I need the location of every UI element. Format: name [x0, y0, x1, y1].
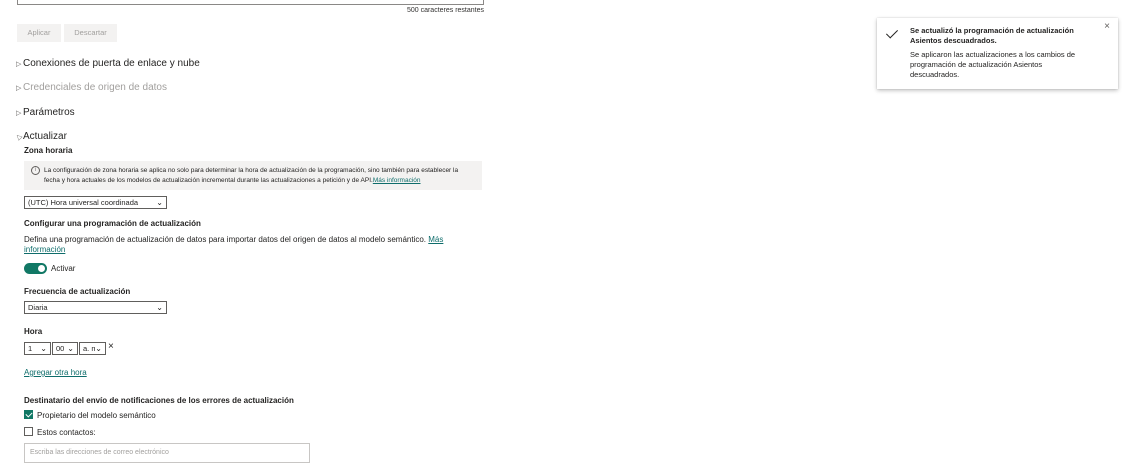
hour-select-value: 1 [28, 344, 33, 353]
chevron-down-icon: ⌄ [95, 343, 102, 354]
section-refresh-label: Actualizar [23, 131, 67, 142]
timezone-label: Zona horaria [24, 146, 73, 155]
section-refresh[interactable]: ◁ Actualizar [14, 131, 67, 142]
info-icon: i [31, 166, 40, 175]
discard-button[interactable]: Descartar [64, 24, 117, 42]
schedule-label: Configurar una programación de actualiza… [24, 219, 201, 228]
checkmark-icon [885, 26, 899, 39]
schedule-more-info-1: Más [428, 235, 444, 244]
hour-select[interactable]: 1 ⌄ [24, 342, 51, 355]
toast-title: Se actualizó la programación de actualiz… [910, 26, 1074, 45]
caret-right-icon: ▷ [16, 109, 22, 117]
schedule-more-info-2: información [24, 245, 66, 254]
schedule-description: Defina una programación de actualización… [24, 235, 454, 255]
frequency-label: Frecuencia de actualización [24, 287, 131, 296]
section-credentials[interactable]: ▷ Credenciales de origen de datos [16, 82, 167, 93]
notify-label: Destinatario del envío de notificaciones… [24, 396, 294, 405]
section-parameters-label: Parámetros [23, 107, 75, 118]
chevron-down-icon: ⌄ [156, 198, 163, 207]
caret-right-icon: ▷ [16, 60, 22, 68]
schedule-description-text: Defina una programación de actualización… [24, 235, 427, 244]
close-icon[interactable]: × [1104, 21, 1110, 32]
frequency-select-value: Diaria [28, 303, 48, 312]
minute-select-value: 00 [56, 344, 65, 353]
chars-remaining-text: 500 caracteres restantes [406, 7, 484, 14]
contacts-checkbox-label: Estos contactos: [37, 428, 96, 437]
timezone-more-info-link[interactable]: Más información [373, 177, 421, 184]
frequency-select[interactable]: Diaria ⌄ [24, 301, 167, 314]
time-label: Hora [24, 327, 43, 336]
timezone-select[interactable]: (UTC) Hora universal coordinada ⌄ [24, 196, 167, 209]
schedule-toggle[interactable] [24, 263, 47, 274]
timezone-info-box: i La configuración de zona horaria se ap… [24, 161, 482, 190]
ampm-select[interactable]: a. m. ⌄ [79, 342, 106, 355]
section-parameters[interactable]: ▷ Parámetros [16, 107, 75, 118]
chevron-down-icon: ⌄ [40, 344, 47, 353]
owner-checkbox-label: Propietario del modelo semántico [37, 411, 156, 420]
section-credentials-label: Credenciales de origen de datos [23, 82, 167, 93]
caret-right-icon: ▷ [16, 84, 22, 92]
section-gateway[interactable]: ▷ Conexiones de puerta de enlace y nube [16, 58, 200, 69]
chevron-down-icon: ⌄ [156, 303, 163, 312]
section-gateway-label: Conexiones de puerta de enlace y nube [23, 58, 200, 69]
chevron-down-icon: ⌄ [67, 344, 74, 353]
email-input[interactable]: Escriba las direcciones de correo electr… [24, 443, 310, 463]
remove-time-icon[interactable]: × [108, 341, 114, 352]
toggle-knob [38, 265, 45, 272]
minute-select[interactable]: 00 ⌄ [52, 342, 78, 355]
description-textarea[interactable] [17, 0, 484, 5]
toast-body: Se aplicaron las actualizaciones a los c… [910, 50, 1076, 79]
owner-checkbox[interactable] [24, 410, 33, 419]
toggle-label: Activar [51, 264, 76, 273]
add-time-link[interactable]: Agregar otra hora [24, 368, 87, 377]
apply-button[interactable]: Aplicar [17, 24, 61, 42]
timezone-select-value: (UTC) Hora universal coordinada [28, 198, 139, 207]
toast-notification: Se actualizó la programación de actualiz… [877, 18, 1118, 89]
contacts-checkbox[interactable] [24, 427, 33, 436]
